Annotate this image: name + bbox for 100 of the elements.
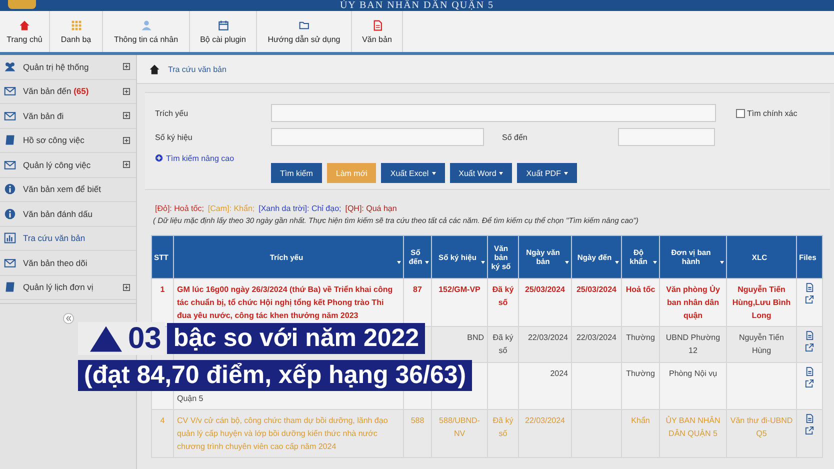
table-cell: Văn thư đi-UBND Q5 bbox=[730, 416, 793, 438]
breadcrumb-link[interactable]: Tra cứu văn bản bbox=[168, 64, 226, 74]
external-link-icon[interactable] bbox=[805, 343, 814, 352]
table-cell: Hoả tốc bbox=[626, 285, 656, 294]
field-label: Số ký hiệu bbox=[155, 132, 194, 142]
table-cell: Nguyễn Tiến Hùng,Lưu Bình Long bbox=[732, 285, 791, 320]
table-cell: 25/03/2024 bbox=[576, 285, 617, 294]
sidebar-item[interactable]: Hồ sơ công việc bbox=[0, 128, 136, 153]
sidebar-label: Văn bản đánh dấu bbox=[23, 208, 94, 219]
sidebar-item[interactable]: Văn bản xem để biết bbox=[0, 178, 136, 202]
table-cell: BND bbox=[467, 333, 484, 342]
exact-checkbox[interactable]: Tìm chính xác bbox=[736, 108, 798, 118]
input-field[interactable] bbox=[271, 104, 716, 122]
input-field[interactable] bbox=[618, 128, 715, 146]
external-link-icon[interactable] bbox=[805, 426, 814, 435]
sidebar-label: Quản lý lịch đơn vị bbox=[23, 282, 94, 292]
table-cell: 1 bbox=[160, 285, 165, 294]
table-cell: CV V/v cử cán bộ, công chức tham dự bồi dưỡng, lãnh đạo quản lý cấp huyện và lớp bồi dưỡng kiến thức nhà nước chương trình chuyên viên cao cấp năm 2024 bbox=[177, 416, 388, 451]
folder-icon bbox=[298, 20, 310, 30]
external-link-icon[interactable] bbox=[805, 295, 814, 304]
nav-tab[interactable]: Danh bạ bbox=[50, 11, 103, 52]
action-button[interactable]: Xuất Excel bbox=[381, 163, 445, 183]
sidebar-label: Văn bản xem để biết bbox=[23, 184, 102, 194]
nav-tab[interactable]: Hướng dẫn sử dụng bbox=[257, 11, 352, 52]
action-button[interactable]: Xuất PDF bbox=[517, 163, 577, 183]
table-cell: 4 bbox=[160, 416, 165, 425]
book-icon bbox=[4, 134, 16, 146]
nav-tab[interactable]: Thông tin cá nhân bbox=[103, 11, 190, 52]
table-cell: 588 bbox=[410, 416, 424, 425]
table-cell: 2024 bbox=[550, 369, 568, 378]
table-cell: Đã ký số bbox=[492, 285, 514, 307]
nav-tab[interactable]: Bộ cài plugin bbox=[190, 11, 257, 52]
rank-change-number: 03 bbox=[128, 324, 162, 354]
sidebar-label: Hồ sơ công việc bbox=[23, 135, 86, 146]
sidebar-item[interactable]: Quản trị hệ thống bbox=[0, 55, 136, 80]
legend-item: [Đỏ]: Hoả tốc; bbox=[155, 204, 204, 213]
table-cell: 588/UBND-NV bbox=[439, 416, 480, 438]
up-triangle-icon bbox=[90, 326, 122, 352]
sidebar-label: Văn bản đến (65) bbox=[23, 86, 90, 96]
table-cell: 87 bbox=[413, 285, 422, 294]
book-icon bbox=[4, 281, 16, 294]
plus-circle-icon bbox=[155, 154, 163, 162]
advanced-search-link[interactable]: Tìm kiếm nâng cao bbox=[155, 154, 234, 162]
document-icon[interactable] bbox=[805, 414, 814, 423]
table-cell: Thường bbox=[626, 369, 655, 378]
sidebar-label: Tra cứu văn bản bbox=[23, 233, 86, 244]
table-cell: Phòng Nội vụ bbox=[668, 369, 718, 378]
table-cell: Quận 5 bbox=[177, 394, 204, 403]
table-cell: 22/03/2024 bbox=[576, 333, 617, 342]
external-link-icon[interactable] bbox=[805, 379, 814, 388]
document-icon[interactable] bbox=[805, 367, 814, 376]
sidebar-label: Văn bản theo dõi bbox=[23, 258, 88, 268]
cal-icon bbox=[218, 20, 228, 30]
field-label: Số đến bbox=[501, 132, 528, 142]
table-cell: Đã ký số bbox=[492, 416, 514, 438]
sidebar-label: Quản trị hệ thống bbox=[23, 62, 90, 72]
envelope-icon bbox=[4, 256, 16, 269]
sidebar-item[interactable]: Văn bản đến (65) bbox=[0, 80, 136, 104]
table-cell: Văn phòng Ủy ban nhân dân quận bbox=[666, 285, 720, 320]
sidebar-label: Quản lý công việc bbox=[23, 160, 92, 170]
document-icon[interactable] bbox=[805, 283, 814, 292]
nav-tab[interactable]: Văn bản bbox=[352, 11, 403, 52]
sidebar-item[interactable]: Văn bản đánh dấu bbox=[0, 202, 136, 226]
table-cell: 25/03/2024 bbox=[524, 285, 566, 294]
table-cell: ỦY BAN NHÂN DÂN QUẬN 5 bbox=[666, 416, 720, 438]
sidebar-item[interactable]: Quản lý lịch đơn vị bbox=[0, 276, 136, 300]
home-icon bbox=[19, 20, 30, 30]
home-icon[interactable] bbox=[149, 64, 160, 74]
doc-icon bbox=[372, 20, 382, 30]
user-icon bbox=[140, 20, 152, 30]
legend-item: [Cam]: Khẩn; bbox=[208, 204, 255, 213]
action-button[interactable]: Xuất Word bbox=[450, 163, 512, 183]
sidebar-item[interactable]: Văn bản theo dõi bbox=[0, 251, 136, 276]
table-cell: 152/GM-VP bbox=[438, 285, 480, 294]
bar-chart-icon bbox=[4, 232, 16, 244]
envelope-icon bbox=[4, 85, 16, 98]
table-cell: Thường bbox=[626, 333, 655, 342]
caption-text: (đạt 84,70 điểm, xếp hạng 36/63) bbox=[78, 360, 472, 391]
table-cell: Khẩn bbox=[631, 416, 650, 425]
legend-item: [Xanh da trời]: Chỉ đạo; bbox=[258, 204, 342, 213]
field-label: Trích yếu bbox=[155, 108, 190, 118]
input-field[interactable] bbox=[271, 128, 484, 146]
table-cell: Đã ký số bbox=[492, 333, 514, 355]
table-cell: UBND Phường 12 bbox=[666, 333, 720, 355]
sidebar-item[interactable]: Quản lý công việc bbox=[0, 153, 136, 178]
sidebar-item[interactable]: Văn bản đi bbox=[0, 104, 136, 128]
table-cell: 22/03/2024 bbox=[528, 333, 568, 342]
nav-tab[interactable]: Trang chủ bbox=[0, 11, 50, 52]
table-cell: 22/03/2024 bbox=[524, 416, 566, 425]
table-cell: GM lúc 16g00 ngày 26/3/2024 (thứ Ba) về Triển khai công tác chuẩn bị, tổ chức Hội nghị tổng kết Phong trào Thi đua yêu nước, công tác khen thưởng năm 2023 bbox=[177, 285, 393, 320]
action-button[interactable]: Tìm kiếm bbox=[271, 163, 322, 183]
info-icon bbox=[4, 208, 16, 220]
table-cell: Nguyễn Tiến Hùng bbox=[739, 333, 784, 355]
caption-text: bậc so với năm 2022 bbox=[167, 323, 426, 354]
envelope-icon bbox=[4, 158, 16, 171]
grid-icon bbox=[70, 20, 82, 30]
collapse-icon[interactable] bbox=[62, 312, 74, 324]
sidebar-item[interactable]: Tra cứu văn bản bbox=[0, 226, 136, 251]
info-icon bbox=[4, 183, 16, 196]
document-icon[interactable] bbox=[805, 331, 814, 340]
